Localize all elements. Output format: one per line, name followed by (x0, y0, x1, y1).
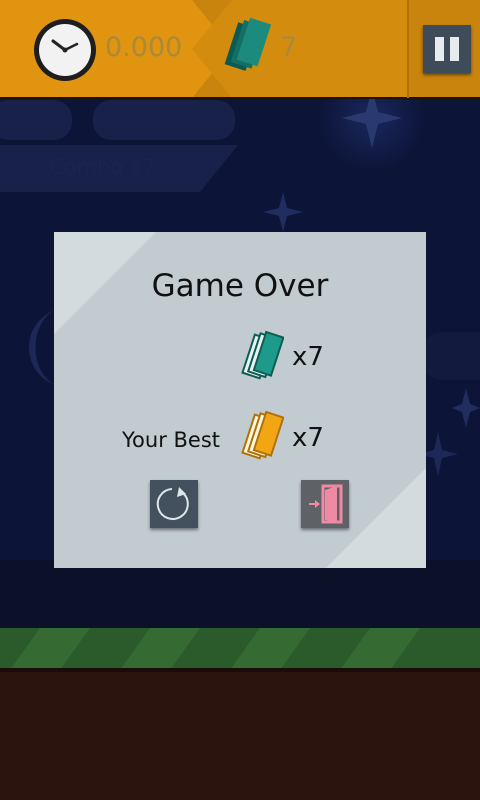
restart-button[interactable] (150, 480, 198, 528)
pause-icon (435, 37, 444, 61)
ticket-teal-icon (241, 330, 284, 380)
pause-icon (450, 37, 459, 61)
exit-door-icon (309, 484, 343, 524)
best-count: x7 (292, 423, 324, 453)
game-over-dialog: Game Over x7 Your Best x7 (54, 232, 426, 568)
score-count: x7 (292, 342, 324, 372)
restart-icon (156, 487, 189, 520)
bg-platform (420, 332, 480, 380)
ticket-count: 7 (280, 32, 298, 63)
dialog-title: Game Over (151, 268, 329, 304)
bg-panel (0, 100, 72, 140)
hud-ticket-panel (192, 0, 408, 98)
bg-panel (93, 100, 235, 140)
timer-value: 0.000 (105, 32, 183, 63)
exit-button[interactable] (301, 480, 349, 528)
best-label: Your Best (122, 428, 221, 452)
clock-icon (34, 19, 96, 81)
soil (0, 670, 480, 800)
pause-button[interactable] (423, 25, 471, 73)
ticket-gold-icon (241, 410, 284, 460)
combo-label: Combo x7 (49, 155, 156, 179)
